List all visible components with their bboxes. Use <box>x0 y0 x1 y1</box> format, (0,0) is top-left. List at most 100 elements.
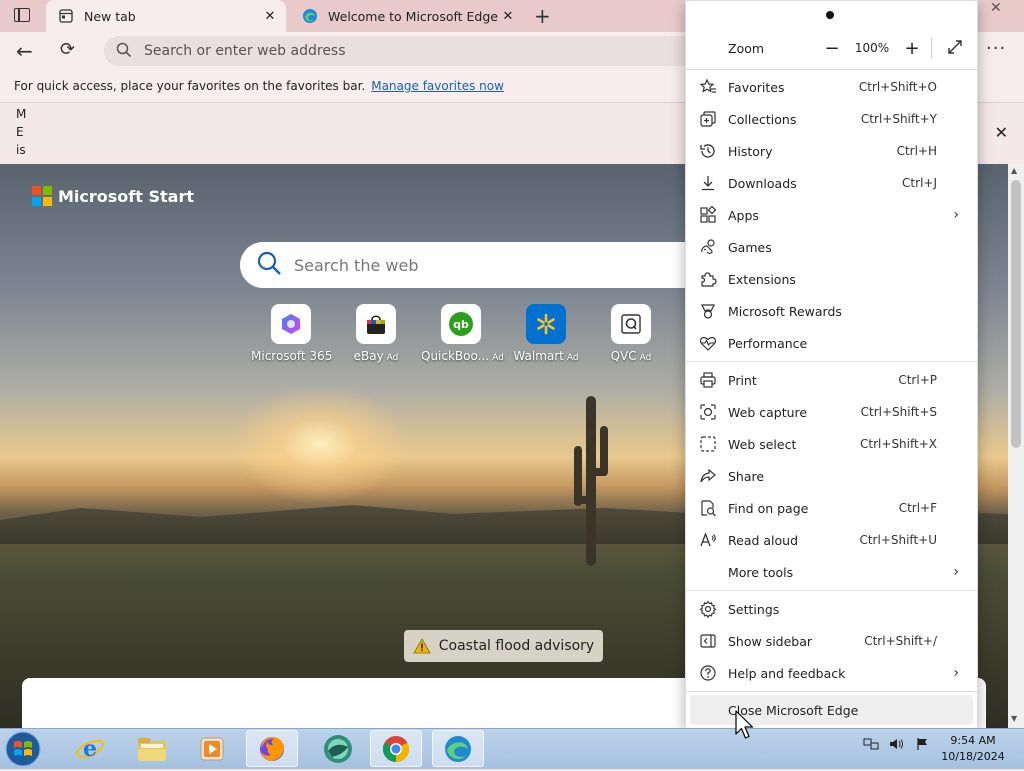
ad-badge: Ad <box>566 353 579 363</box>
mouse-cursor-icon <box>735 710 754 739</box>
zoom-in-button[interactable]: + <box>898 38 926 59</box>
menu-item-microsoft-rewards[interactable]: Microsoft Rewards <box>686 295 977 327</box>
menu-item-web-capture[interactable]: Web capture Ctrl+Shift+S <box>686 396 977 428</box>
windows-logo-icon <box>5 731 41 767</box>
menu-item-performance[interactable]: Performance <box>686 327 977 359</box>
tab-welcome-edge[interactable]: Welcome to Microsoft Edge ✕ <box>290 0 524 32</box>
new-tab-plus-icon[interactable]: + <box>534 4 551 28</box>
print-icon <box>698 370 718 390</box>
menu-item-settings[interactable]: Settings <box>686 593 977 625</box>
menu-item-show-sidebar[interactable]: Show sidebar Ctrl+Shift+/ <box>686 625 977 657</box>
menu-item-shortcut: Ctrl+P <box>898 373 937 387</box>
close-info-bar-icon[interactable]: ✕ <box>995 123 1008 142</box>
menu-item-read-aloud[interactable]: Read aloud Ctrl+Shift+U <box>686 524 977 556</box>
taskbar-chrome[interactable] <box>370 730 422 767</box>
menu-item-label: Favorites <box>728 79 785 95</box>
scroll-up-icon[interactable]: ▲ <box>1011 166 1017 175</box>
menu-item-print[interactable]: Print Ctrl+P <box>686 364 977 396</box>
menu-item-history[interactable]: History Ctrl+H <box>686 135 977 167</box>
tab-new-tab[interactable]: New tab ✕ <box>46 0 286 32</box>
taskbar-media-player[interactable] <box>186 730 238 767</box>
close-tab-icon[interactable]: ✕ <box>260 9 280 24</box>
fullscreen-icon[interactable] <box>945 39 965 58</box>
internet-explorer-icon: e <box>76 736 104 762</box>
web-capture-icon <box>698 402 718 422</box>
menu-item-favorites[interactable]: Favorites Ctrl+Shift+O <box>686 71 977 103</box>
system-tray <box>862 736 940 752</box>
performance-icon <box>698 333 718 353</box>
menu-item-shortcut: Ctrl+Shift+/ <box>864 634 937 648</box>
tab-actions-icon[interactable] <box>14 8 30 22</box>
menu-item-help-and-feedback[interactable]: Help and feedback › <box>686 657 977 689</box>
taskbar-app-round[interactable] <box>312 730 364 767</box>
menu-item-close-microsoft-edge[interactable]: Close Microsoft Edge <box>690 695 973 725</box>
ad-badge: Ad <box>492 353 504 363</box>
apps-icon <box>698 205 718 225</box>
zoom-level: 100% <box>854 41 890 55</box>
menu-item-label: Close Microsoft Edge <box>728 702 859 718</box>
media-player-icon <box>200 737 224 760</box>
taskbar-internet-explorer[interactable]: e <box>64 730 116 767</box>
taskbar-clock[interactable]: 9:54 AM 10/18/2024 <box>930 733 1016 765</box>
settings-more-icon[interactable]: ··· <box>986 38 1006 59</box>
quick-link-quickbooks[interactable]: qb QuickBoo... Ad <box>421 304 504 363</box>
close-tab-icon[interactable]: ✕ <box>498 9 518 24</box>
ad-badge: Ad <box>639 353 652 363</box>
scroll-down-icon[interactable]: ▼ <box>1011 714 1017 723</box>
firefox-icon <box>260 736 284 761</box>
ebay-icon <box>356 304 396 344</box>
more-tools-blank-icon <box>698 562 718 582</box>
settings-and-more-menu: Zoom − 100% + Favorites Ctrl+Shift+O Col… <box>685 0 978 730</box>
window-close-icon[interactable]: ✕ <box>990 0 1002 16</box>
menu-item-games[interactable]: Games <box>686 231 977 263</box>
quick-link-qvc[interactable]: QVC Ad <box>591 304 671 363</box>
games-icon <box>698 237 718 257</box>
quick-link-microsoft-365[interactable]: Microsoft 365 <box>251 304 333 363</box>
menu-item-collections[interactable]: Collections Ctrl+Shift+Y <box>686 103 977 135</box>
taskbar-file-explorer[interactable] <box>126 730 178 767</box>
zoom-out-button[interactable]: − <box>818 38 846 59</box>
network-icon[interactable] <box>862 736 880 752</box>
menu-item-label: Web capture <box>728 404 808 420</box>
menu-item-label: Web select <box>728 436 797 452</box>
taskbar-edge[interactable] <box>432 730 484 767</box>
menu-item-extensions[interactable]: Extensions <box>686 263 977 295</box>
menu-item-label: Settings <box>728 601 780 617</box>
background-cactus <box>574 396 608 566</box>
taskbar-firefox[interactable] <box>246 730 298 767</box>
web-search-box[interactable]: Search the web <box>240 242 740 288</box>
quick-link-walmart[interactable]: Walmart Ad <box>506 304 586 363</box>
back-arrow-icon[interactable]: ← <box>16 39 33 63</box>
refresh-icon[interactable]: ⟳ <box>60 39 75 60</box>
menu-item-downloads[interactable]: Downloads Ctrl+J <box>686 167 977 199</box>
tile-label: Microsoft 365 <box>251 349 333 363</box>
clock-date: 10/18/2024 <box>941 750 1005 763</box>
menu-item-web-select[interactable]: Web select Ctrl+Shift+X <box>686 428 977 460</box>
menu-item-label: History <box>728 143 773 159</box>
menu-item-apps[interactable]: Apps › <box>686 199 977 231</box>
menu-divider <box>686 691 977 692</box>
microsoft-start-logo[interactable]: Microsoft Start <box>32 186 194 206</box>
weather-alert-chip[interactable]: Coastal flood advisory <box>404 630 603 662</box>
quick-link-ebay[interactable]: eBay Ad <box>336 304 416 363</box>
zoom-row: Zoom − 100% + <box>686 32 977 64</box>
manage-favorites-link[interactable]: Manage favorites now <box>371 79 504 93</box>
menu-divider <box>686 590 977 591</box>
settings-icon <box>698 599 718 619</box>
scrollbar-thumb[interactable] <box>1011 180 1021 448</box>
start-button[interactable] <box>4 730 44 768</box>
menu-item-more-tools[interactable]: More tools › <box>686 556 977 588</box>
zoom-label: Zoom <box>728 40 765 56</box>
tab-label: New tab <box>84 8 136 24</box>
weather-alert-text: Coastal flood advisory <box>438 638 595 654</box>
volume-icon[interactable] <box>888 736 906 752</box>
page-scrollbar[interactable]: ▲ ▼ <box>1008 164 1024 728</box>
menu-item-label: More tools <box>728 564 794 580</box>
find-icon <box>698 498 718 518</box>
svg-text:qb: qb <box>453 318 469 331</box>
background-sun <box>230 384 410 504</box>
menu-item-share[interactable]: Share <box>686 460 977 492</box>
menu-item-find-on-page[interactable]: Find on page Ctrl+F <box>686 492 977 524</box>
menu-divider <box>686 69 977 70</box>
history-icon <box>698 141 718 161</box>
